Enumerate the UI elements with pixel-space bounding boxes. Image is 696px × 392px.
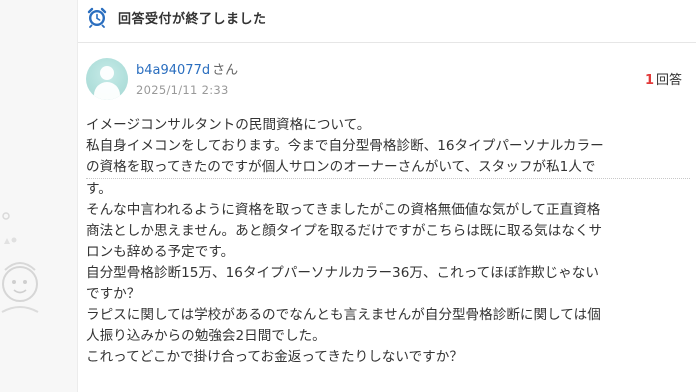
username-honorific: さん: [212, 63, 239, 78]
user-avatar-icon[interactable]: [86, 58, 128, 100]
question-card: b4a94077d さん 2025/1/11 2:33 1 回答 イメージコンサルタ…: [78, 43, 696, 392]
username-link[interactable]: b4a94077d: [136, 63, 210, 78]
left-gutter: [0, 0, 78, 392]
notice-text: 回答受付が終了しました: [118, 11, 267, 27]
alarm-clock-icon: [87, 7, 107, 28]
answer-label: 回答: [655, 73, 682, 88]
question-line: 自分型骨格診断15万、16タイプパーソナルカラー36万、これってほぼ詐欺じゃない: [86, 265, 599, 281]
question-line: の資格を取ってきたのですが個人サロンのオーナーさんがいて、スタッフが私1人で: [86, 157, 690, 179]
question-line: 私自身イメコンをしております。今まで自分型骨格診断、16タイプパーソナルカラー: [86, 138, 604, 154]
question-line: そんな中言われるように資格を取ってきましたがこの資格無価値な気がして正直資格: [86, 202, 601, 218]
question-line: これってどこかで掛け合ってお金返ってきたりしないですか？: [86, 349, 463, 365]
question-line: ラピスに関しては学校があるのでなんとも言えませんが自分型骨格診断に関しては個: [86, 307, 601, 323]
question-line: 人振り込みからの勉強会2日間でした。: [86, 328, 326, 344]
answer-count: 1: [644, 73, 654, 88]
mascot-decoration-icon: [1, 212, 39, 313]
question-line: イメージコンサルタントの民間資格について。: [86, 117, 371, 133]
answer-count-link[interactable]: 1 回答: [645, 69, 682, 88]
post-date: 2025/1/11 2:33: [136, 83, 229, 97]
question-line: す。: [86, 181, 112, 197]
answer-closed-notice: 回答受付が終了しました: [78, 0, 696, 34]
question-line: ロンも辞める予定です。: [86, 244, 235, 260]
user-line: b4a94077d さん: [136, 59, 238, 78]
question-line: ですか？: [86, 286, 141, 302]
question-line: 商法としか思えません。あと顔タイプを取るだけですがこちらは既に取る気はなくサ: [86, 223, 603, 239]
question-body: イメージコンサルタントの民間資格について。 私自身イメコンをしております。今まで…: [86, 115, 690, 368]
